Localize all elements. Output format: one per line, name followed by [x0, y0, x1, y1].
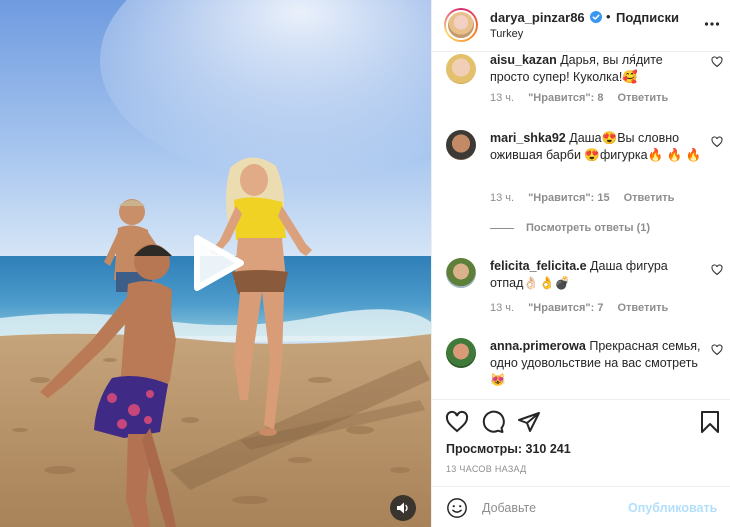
comment-meta: 13 ч. "Нравится": 8 Ответить — [490, 92, 668, 104]
comment-likes[interactable]: "Нравится": 8 — [528, 92, 603, 104]
comment-likes[interactable]: "Нравится": 15 — [528, 192, 609, 204]
comments-list[interactable]: aisu_kazan Дарья, вы ля́дите просто супе… — [432, 52, 730, 399]
verified-icon — [590, 11, 602, 23]
heart-icon[interactable] — [711, 264, 723, 276]
comment-input[interactable] — [482, 498, 622, 518]
comment-text: aisu_kazan Дарья, вы ля́дите просто супе… — [490, 52, 704, 86]
commenter-avatar[interactable] — [446, 338, 476, 368]
heart-icon[interactable] — [711, 344, 723, 356]
comment-time[interactable]: 13 ч. — [490, 192, 514, 204]
video-player[interactable] — [0, 0, 431, 527]
post-actions: Просмотры: 310 241 13 часов назад Опубли… — [432, 399, 730, 527]
separator-dot: • — [606, 9, 611, 24]
location-link[interactable]: Turkey — [490, 28, 523, 40]
commenter-username[interactable]: mari_shka92 — [490, 131, 566, 145]
comment-time[interactable]: 13 ч. — [490, 92, 514, 104]
heart-icon[interactable] — [711, 136, 723, 148]
avatar[interactable] — [444, 8, 478, 42]
commenter-username[interactable]: felicita_felicita.e — [490, 259, 587, 273]
comment-icon[interactable] — [481, 410, 505, 434]
volume-button[interactable] — [390, 495, 416, 521]
comment-text: felicita_felicita.e Даша фигура отпад👌🏻👌… — [490, 258, 704, 292]
add-comment-form: Опубликовать — [432, 486, 730, 527]
publish-button[interactable]: Опубликовать — [628, 501, 717, 515]
view-replies-button[interactable]: Посмотреть ответы (1) — [490, 222, 650, 234]
heart-icon[interactable] — [711, 56, 723, 68]
play-icon[interactable] — [185, 232, 247, 294]
comment-meta: 13 ч. "Нравится": 15 Ответить — [490, 192, 674, 204]
commenter-avatar[interactable] — [446, 258, 476, 288]
reply-button[interactable]: Ответить — [617, 92, 668, 104]
commenter-username[interactable]: aisu_kazan — [490, 53, 557, 67]
post-side-panel: darya_pinzar86 • Подписки Turkey aisu_ka… — [431, 0, 730, 527]
following-button[interactable]: Подписки — [616, 10, 679, 25]
post-dialog: darya_pinzar86 • Подписки Turkey aisu_ka… — [0, 0, 730, 527]
commenter-avatar[interactable] — [446, 54, 476, 84]
comment-text: mari_shka92 Даша😍Вы словно ожившая барби… — [490, 130, 704, 164]
comment-likes[interactable]: "Нравится": 7 — [528, 302, 603, 314]
comment-meta: 13 ч. "Нравится": 7 Ответить — [490, 302, 668, 314]
author-username[interactable]: darya_pinzar86 — [490, 10, 585, 25]
commenter-avatar[interactable] — [446, 130, 476, 160]
post-header: darya_pinzar86 • Подписки Turkey — [432, 0, 730, 52]
bookmark-icon[interactable] — [698, 410, 722, 434]
reply-button[interactable]: Ответить — [617, 302, 668, 314]
volume-icon — [397, 502, 408, 514]
comment-time[interactable]: 13 ч. — [490, 302, 514, 314]
replies-divider — [490, 227, 514, 229]
share-icon[interactable] — [517, 410, 541, 434]
post-time[interactable]: 13 часов назад — [446, 464, 527, 474]
more-icon[interactable] — [704, 16, 720, 32]
emoji-icon[interactable] — [446, 497, 468, 519]
comment-text: anna.primerowa Прекрасная семья, одно уд… — [490, 338, 704, 389]
view-replies-label: Посмотреть ответы (1) — [526, 222, 651, 234]
views-count: Просмотры: 310 241 — [446, 442, 571, 456]
commenter-username[interactable]: anna.primerowa — [490, 339, 586, 353]
reply-button[interactable]: Ответить — [624, 192, 675, 204]
heart-icon[interactable] — [445, 410, 469, 434]
